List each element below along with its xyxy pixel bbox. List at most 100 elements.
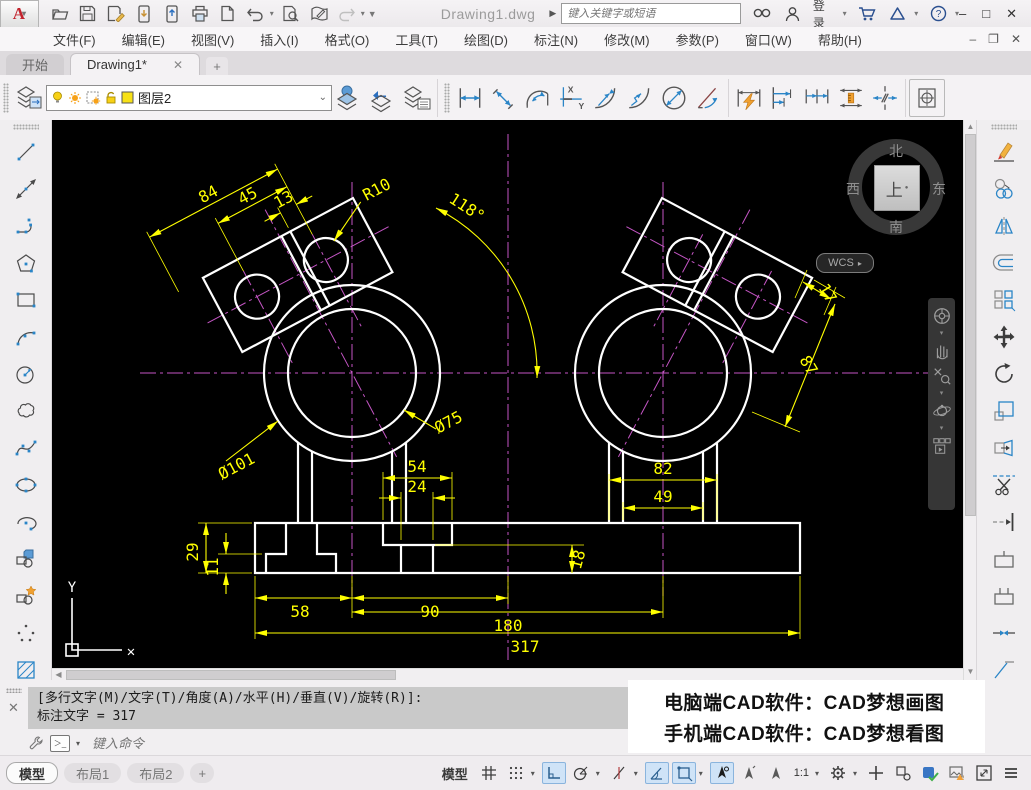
menu-edit[interactable]: 编辑(E) <box>109 27 178 52</box>
new-tab-button[interactable]: + <box>206 57 228 75</box>
layers-toolbar-grip[interactable] <box>3 83 9 113</box>
scroll-down-icon[interactable]: ▼ <box>965 666 976 678</box>
snap-dropdown[interactable]: ▾ <box>531 769 539 778</box>
new-drawing-icon[interactable] <box>217 3 239 25</box>
plus-icon[interactable] <box>864 762 888 784</box>
join-tool-icon[interactable] <box>989 618 1019 648</box>
dimension-toolbar-grip[interactable] <box>444 83 450 113</box>
modify-toolbar-grip[interactable] <box>991 124 1017 130</box>
tab-drawing1[interactable]: Drawing1* ✕ <box>70 53 200 75</box>
image-warning-icon[interactable]: ! <box>945 762 969 784</box>
dim-spacing-icon[interactable] <box>834 80 868 116</box>
object-snap-icon[interactable] <box>672 762 696 784</box>
menu-format[interactable]: 格式(O) <box>312 27 383 52</box>
cart-icon[interactable] <box>856 3 878 25</box>
minimize-button[interactable]: – <box>959 6 966 22</box>
dim-aligned-icon[interactable] <box>487 80 521 116</box>
drawing-viewport[interactable]: 84 45 13 R10 118° Ø101 Ø75 <box>52 120 963 668</box>
zoom-dropdown[interactable]: ▾ <box>940 391 944 396</box>
pan-hand-icon[interactable] <box>932 341 952 361</box>
redo-icon[interactable] <box>336 3 358 25</box>
horizontal-scrollbar[interactable]: ◀ <box>52 668 963 680</box>
open-icon[interactable] <box>49 3 71 25</box>
view-cube-north[interactable]: 北 <box>889 141 903 161</box>
zoom-extents-icon[interactable] <box>932 366 952 386</box>
construction-line-tool-icon[interactable] <box>11 174 41 204</box>
print-icon[interactable] <box>189 3 211 25</box>
polygon-tool-icon[interactable] <box>11 248 41 278</box>
extend-tool-icon[interactable] <box>989 507 1019 537</box>
customize-wrench-icon[interactable] <box>28 735 44 751</box>
scale-dropdown[interactable]: ▾ <box>815 769 823 778</box>
point-tool-icon[interactable] <box>11 618 41 648</box>
layout-tab-model[interactable]: 模型 <box>6 762 58 784</box>
upload-from-mobile-icon[interactable] <box>161 3 183 25</box>
graphics-performance-icon[interactable] <box>918 762 942 784</box>
share-dropdown[interactable]: ▾ <box>914 9 918 18</box>
orbit-dropdown[interactable]: ▾ <box>940 426 944 431</box>
command-window-grip[interactable] <box>6 688 22 693</box>
search-input[interactable] <box>561 3 741 24</box>
preview-icon[interactable] <box>280 3 302 25</box>
erase-tool-icon[interactable] <box>989 137 1019 167</box>
undo-icon[interactable] <box>245 3 267 25</box>
polar-dropdown[interactable]: ▾ <box>596 769 604 778</box>
orbit-icon[interactable] <box>932 401 952 421</box>
move-tool-icon[interactable] <box>989 322 1019 352</box>
maximize-button[interactable]: □ <box>982 6 990 22</box>
layout-tab-layout2[interactable]: 布局2 <box>127 763 184 783</box>
dim-jogged-icon[interactable] <box>623 80 657 116</box>
view-cube-south[interactable]: 南 <box>889 217 903 237</box>
vertical-scroll-thumb[interactable] <box>965 134 976 516</box>
doc-restore-button[interactable]: ❐ <box>988 32 999 46</box>
workspace-gear-icon[interactable] <box>826 762 850 784</box>
dim-break-icon[interactable] <box>868 80 902 116</box>
layout-tab-layout1[interactable]: 布局1 <box>64 763 121 783</box>
dim-baseline-icon[interactable] <box>766 80 800 116</box>
annotation-scale-label[interactable]: 1:1 <box>791 767 812 779</box>
layer-states-icon[interactable] <box>12 80 46 116</box>
dim-quick-icon[interactable] <box>732 80 766 116</box>
spline-tool-icon[interactable] <box>11 433 41 463</box>
view-cube-east[interactable]: 东 <box>932 179 946 199</box>
status-model-label[interactable]: 模型 <box>442 764 468 783</box>
drawing-canvas[interactable]: 84 45 13 R10 118° Ø101 Ø75 <box>52 120 963 668</box>
polar-tracking-icon[interactable] <box>569 762 593 784</box>
dynamic-input-icon[interactable] <box>710 762 734 784</box>
wcs-badge[interactable]: WCS▸ <box>816 253 874 273</box>
search-expand-icon[interactable]: ▶ <box>549 8 556 19</box>
menu-modify[interactable]: 修改(M) <box>591 27 663 52</box>
create-block-tool-icon[interactable] <box>11 581 41 611</box>
horizontal-scroll-thumb[interactable] <box>66 670 396 680</box>
save-icon[interactable] <box>77 3 99 25</box>
command-close-icon[interactable]: ✕ <box>8 700 19 716</box>
menu-dimension[interactable]: 标注(N) <box>521 27 591 52</box>
dim-continue-icon[interactable] <box>800 80 834 116</box>
qat-more-icon[interactable]: ▼ <box>368 9 377 19</box>
menu-parametric[interactable]: 参数(P) <box>663 27 732 52</box>
dim-linear-icon[interactable] <box>453 80 487 116</box>
rotate-tool-icon[interactable] <box>989 359 1019 389</box>
ellipse-arc-tool-icon[interactable] <box>11 507 41 537</box>
share-icon[interactable] <box>886 3 908 25</box>
view-cube-top-face[interactable]: 上● <box>874 165 920 211</box>
copy-tool-icon[interactable] <box>989 174 1019 204</box>
ellipse-tool-icon[interactable] <box>11 470 41 500</box>
app-logo[interactable]: A▾ <box>0 0 39 28</box>
close-button[interactable]: ✕ <box>1006 6 1017 22</box>
break-at-point-tool-icon[interactable] <box>989 544 1019 574</box>
doc-close-button[interactable]: ✕ <box>1011 32 1021 46</box>
line-tool-icon[interactable] <box>11 137 41 167</box>
gear-dropdown[interactable]: ▾ <box>853 769 861 778</box>
markup-icon[interactable] <box>308 3 330 25</box>
dim-arc-length-icon[interactable] <box>521 80 555 116</box>
user-icon[interactable] <box>782 3 804 25</box>
new-layout-button[interactable]: + <box>190 763 214 783</box>
help-icon[interactable]: ? <box>927 3 949 25</box>
menu-view[interactable]: 视图(V) <box>178 27 247 52</box>
scroll-up-icon[interactable]: ▲ <box>965 121 976 133</box>
scroll-left-icon[interactable]: ◀ <box>53 669 64 680</box>
command-prompt-icon[interactable]: ＞_ <box>50 735 70 752</box>
layer-previous-icon[interactable] <box>366 80 400 116</box>
arc-tool-icon[interactable] <box>11 322 41 352</box>
